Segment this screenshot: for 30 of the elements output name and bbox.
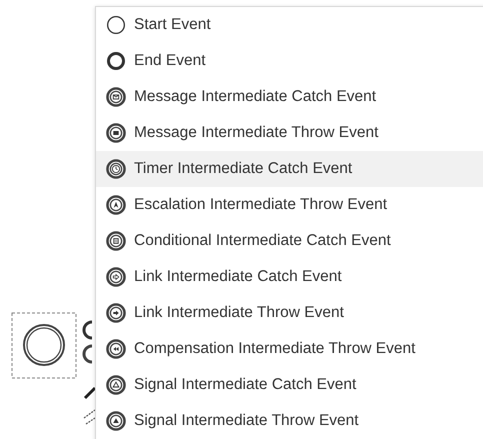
compensation-event-icon <box>106 339 126 359</box>
start-event-shape[interactable] <box>23 324 65 366</box>
link-catch-event-icon <box>106 267 126 287</box>
menu-item[interactable]: Message Intermediate Throw Event <box>96 115 483 151</box>
menu-item[interactable]: Escalation Intermediate Throw Event <box>96 187 483 223</box>
menu-item[interactable]: Conditional Intermediate Catch Event <box>96 223 483 259</box>
signal-throw-event-icon <box>106 411 126 431</box>
signal-catch-event-icon <box>106 375 126 395</box>
escalation-event-icon <box>106 195 126 215</box>
menu-item[interactable]: Link Intermediate Throw Event <box>96 295 483 331</box>
message-throw-event-icon <box>106 123 126 143</box>
conditional-event-icon <box>106 231 126 251</box>
start-event-icon <box>106 15 126 35</box>
menu-item[interactable]: End Event <box>96 43 483 79</box>
context-pad-icon[interactable] <box>83 409 96 425</box>
end-event-icon <box>106 51 126 71</box>
timer-event-icon <box>106 159 126 179</box>
context-pad-icon[interactable] <box>84 386 96 400</box>
menu-item[interactable]: Link Intermediate Catch Event <box>96 259 483 295</box>
context-pad-icon[interactable] <box>82 344 92 364</box>
menu-item[interactable]: Start Event <box>96 7 483 43</box>
menu-item[interactable]: Signal Intermediate Catch Event <box>96 367 483 403</box>
selection-outline <box>12 312 76 378</box>
menu-item[interactable]: Timer Intermediate Catch Event <box>96 151 483 187</box>
message-catch-event-icon <box>106 87 126 107</box>
menu-item[interactable]: Signal Intermediate Throw Event <box>96 403 483 439</box>
menu-item[interactable]: Compensation Intermediate Throw Event <box>96 331 483 367</box>
link-throw-event-icon <box>106 303 126 323</box>
menu-item[interactable]: Message Intermediate Catch Event <box>96 79 483 115</box>
context-pad-icon[interactable] <box>82 320 92 340</box>
